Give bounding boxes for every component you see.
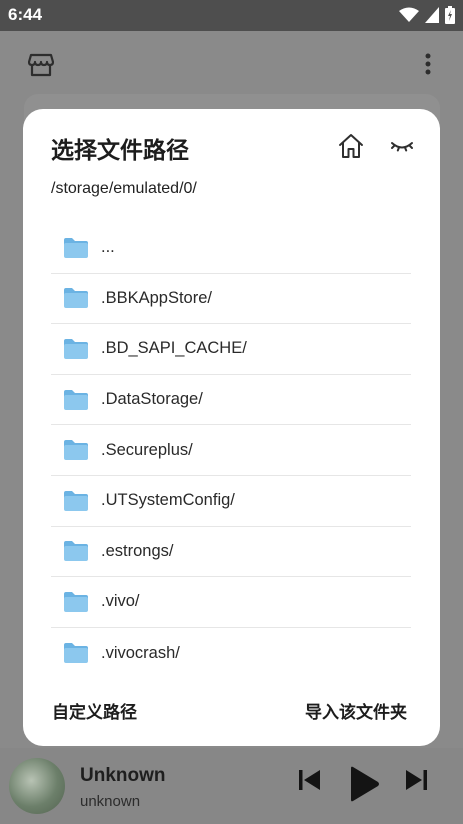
play-icon[interactable] xyxy=(348,766,380,802)
current-path: /storage/emulated/0/ xyxy=(51,180,197,197)
signal-icon xyxy=(425,7,439,23)
song-artist: unknown xyxy=(80,793,141,810)
song-title: Unknown xyxy=(80,765,166,786)
folder-icon xyxy=(64,643,88,664)
store-icon[interactable] xyxy=(28,53,54,77)
folder-icon xyxy=(64,591,88,612)
list-item-folder[interactable]: .estrongs/ xyxy=(51,527,411,578)
list-item-folder[interactable]: .vivocrash/ xyxy=(51,628,411,679)
import-folder-button[interactable]: 导入该文件夹 xyxy=(305,698,407,723)
album-art[interactable] xyxy=(9,758,65,814)
list-item-folder[interactable]: .UTSystemConfig/ xyxy=(51,476,411,527)
list-item-label: .vivo/ xyxy=(101,592,140,611)
skip-previous-icon[interactable] xyxy=(298,768,322,792)
custom-path-button[interactable]: 自定义路径 xyxy=(52,698,137,723)
home-icon xyxy=(339,134,363,158)
status-bar: 6:44 xyxy=(0,0,463,31)
folder-icon xyxy=(64,237,88,258)
status-time: 6:44 xyxy=(8,5,43,24)
wifi-icon xyxy=(399,7,419,22)
list-item-label: .estrongs/ xyxy=(101,541,174,560)
hide-hidden-files-button[interactable] xyxy=(387,131,417,161)
list-item-folder[interactable]: .BD_SAPI_CACHE/ xyxy=(51,324,411,375)
folder-icon xyxy=(64,389,88,410)
select-path-dialog: 选择文件路径 /storage/emulated/0/ ... .BBKAppS… xyxy=(23,109,440,746)
folder-icon xyxy=(64,490,88,511)
more-vert-icon[interactable] xyxy=(425,53,431,75)
eye-closed-icon xyxy=(391,142,413,152)
folder-icon xyxy=(64,541,88,562)
status-icons xyxy=(399,6,455,24)
dialog-title: 选择文件路径 xyxy=(51,138,189,164)
battery-icon xyxy=(445,6,455,24)
mini-player[interactable]: Unknown unknown xyxy=(0,748,463,824)
list-item-label: .BBKAppStore/ xyxy=(101,288,212,307)
list-item-folder[interactable]: .DataStorage/ xyxy=(51,375,411,426)
list-item-label: .UTSystemConfig/ xyxy=(101,491,235,510)
folder-list: ... .BBKAppStore/ .BD_SAPI_CACHE/ .DataS… xyxy=(51,223,411,678)
list-item-folder[interactable]: .BBKAppStore/ xyxy=(51,274,411,325)
list-item-label: .vivocrash/ xyxy=(101,643,180,662)
folder-icon xyxy=(64,338,88,359)
list-item-label: .Secureplus/ xyxy=(101,440,193,459)
skip-next-icon[interactable] xyxy=(404,768,428,792)
list-item-folder[interactable]: .Secureplus/ xyxy=(51,425,411,476)
list-item-label: .BD_SAPI_CACHE/ xyxy=(101,339,247,358)
home-button[interactable] xyxy=(336,131,366,161)
list-item-parent[interactable]: ... xyxy=(51,223,411,274)
list-item-folder[interactable]: .vivo/ xyxy=(51,577,411,628)
app-bar xyxy=(0,31,463,101)
folder-icon xyxy=(64,288,88,309)
list-item-label: ... xyxy=(101,238,115,257)
folder-icon xyxy=(64,440,88,461)
list-item-label: .DataStorage/ xyxy=(101,390,203,409)
